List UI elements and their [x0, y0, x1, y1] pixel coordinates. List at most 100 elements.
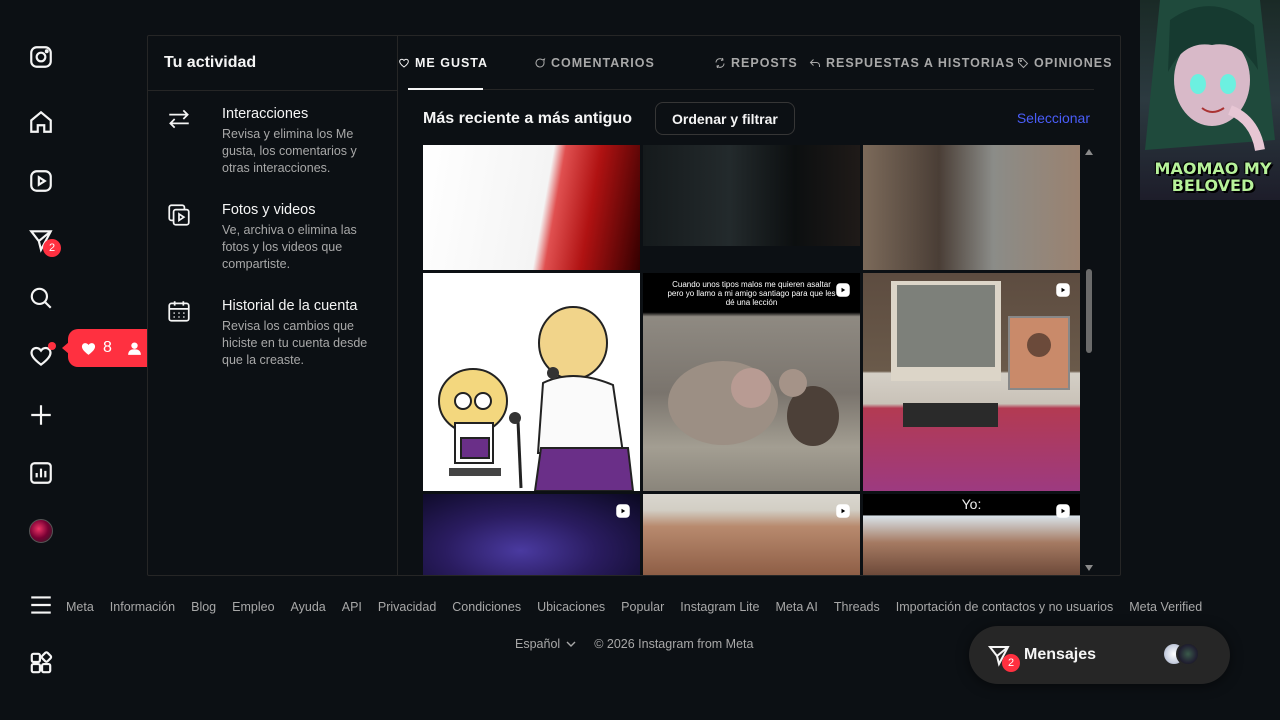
tab-story-replies[interactable]: RESPUESTAS A HISTORIAS [809, 56, 1015, 70]
messages-button[interactable]: 2 Mensajes [969, 626, 1230, 684]
calendar-icon [166, 298, 192, 324]
select-button[interactable]: Seleccionar [1017, 110, 1090, 126]
language-select[interactable]: Español [515, 637, 576, 651]
footer-link[interactable]: Ayuda [291, 600, 326, 614]
grid-post[interactable] [643, 494, 860, 575]
reply-icon [809, 59, 820, 67]
reel-icon [834, 281, 852, 299]
post-caption: Cuando unos tipos malos me quieren asalt… [667, 280, 836, 307]
direct-messages-icon[interactable]: 2 [28, 227, 61, 257]
scroll-thumb[interactable] [1086, 269, 1092, 353]
footer-link[interactable]: Empleo [232, 600, 274, 614]
footer-link[interactable]: Instagram Lite [680, 600, 759, 614]
footer-link[interactable]: Ubicaciones [537, 600, 605, 614]
grid-post[interactable] [423, 494, 640, 575]
sort-label: Más reciente a más antiguo [423, 110, 632, 127]
sidebar-item-desc: Ve, archiva o elimina las fotos y los vi… [222, 223, 357, 271]
footer-link[interactable]: Meta AI [775, 600, 817, 614]
tab-comments[interactable]: COMENTARIOS [534, 56, 655, 70]
heart-filled-icon [81, 342, 96, 355]
footer-link[interactable]: Información [110, 600, 175, 614]
instagram-icon[interactable] [28, 44, 54, 70]
home-icon[interactable] [28, 109, 54, 135]
chat-avatar [1176, 642, 1200, 666]
active-tab-indicator [408, 88, 483, 90]
tabs-divider [408, 89, 1094, 90]
grid-scrollbar[interactable] [1084, 145, 1094, 575]
footer-links: Meta Información Blog Empleo Ayuda API P… [66, 600, 1202, 614]
footer-link[interactable]: Threads [834, 600, 880, 614]
grid-post[interactable]: Cuando unos tipos malos me quieren asalt… [643, 273, 860, 491]
create-icon[interactable] [28, 402, 54, 428]
repost-icon [715, 57, 725, 69]
grid-post[interactable] [863, 273, 1080, 491]
arrows-swap-icon [166, 106, 192, 132]
tab-label: RESPUESTAS A HISTORIAS [826, 56, 1015, 70]
tv-photo-image [891, 281, 1070, 427]
scroll-up-arrow[interactable] [1085, 149, 1093, 155]
tab-reviews[interactable]: OPINIONES [1017, 56, 1112, 70]
sidebar-item-desc: Revisa y elimina los Me gusta, los comen… [222, 127, 357, 175]
activity-content: ME GUSTA COMENTARIOS REPOSTS RESPUESTAS … [398, 36, 1120, 575]
monkeys-image [668, 361, 839, 446]
tab-label: COMENTARIOS [551, 56, 655, 70]
footer-link[interactable]: Popular [621, 600, 664, 614]
scroll-down-arrow[interactable] [1085, 565, 1093, 571]
cartoon-cats-singing-image [438, 306, 635, 491]
heart-icon[interactable] [28, 342, 56, 369]
footer-link[interactable]: Meta Verified [1129, 600, 1202, 614]
tab-label: OPINIONES [1034, 56, 1113, 70]
grid-post[interactable] [423, 145, 640, 270]
grid-post[interactable] [423, 273, 640, 491]
tab-reposts[interactable]: REPOSTS [714, 56, 798, 70]
direct-badge: 2 [43, 239, 61, 257]
footer-link[interactable]: Condiciones [452, 600, 521, 614]
copyright: © 2026 Instagram from Meta [594, 637, 754, 651]
liked-posts-grid: Cuando unos tipos malos me quieren asalt… [423, 145, 1083, 575]
tab-likes[interactable]: ME GUSTA [398, 56, 488, 70]
sidebar-item-label: Fotos y videos [222, 202, 316, 218]
instagram-activity-page: 2 8 2 Tu actividad [0, 0, 1280, 720]
sidebar-item-desc: Revisa los cambios que hiciste en tu cue… [222, 319, 368, 367]
reel-icon [1054, 281, 1072, 299]
footer-link[interactable]: Privacidad [378, 600, 436, 614]
notification-dot [48, 342, 56, 350]
activity-panel: Tu actividad Interacciones Revisa y elim… [147, 35, 1121, 576]
dashboard-icon[interactable] [28, 460, 54, 486]
reel-icon [614, 502, 632, 520]
footer-link[interactable]: API [342, 600, 362, 614]
window-edge [1270, 200, 1280, 720]
grid-post[interactable] [863, 145, 1080, 270]
menu-icon[interactable] [28, 592, 54, 618]
sort-row: Más reciente a más antiguo Ordenar y fil… [423, 102, 1090, 136]
grid-post[interactable] [643, 145, 860, 246]
sort-filter-button[interactable]: Ordenar y filtrar [655, 102, 795, 135]
heart-icon [399, 58, 409, 68]
person-icon [128, 341, 141, 355]
apps-icon[interactable] [28, 650, 54, 676]
search-icon[interactable] [28, 285, 54, 311]
tag-icon [1018, 58, 1029, 69]
reel-icon [1054, 502, 1072, 520]
chevron-down-icon [566, 641, 576, 647]
footer-link[interactable]: Importación de contactos y no usuarios [896, 600, 1113, 614]
media-icon [166, 202, 192, 228]
messages-badge: 2 [1002, 654, 1020, 672]
overlay-caption: MAOMAO MY BELOVED [1154, 159, 1272, 195]
likes-count: 8 [103, 339, 112, 356]
tab-label: REPOSTS [731, 56, 798, 70]
page-title: Tu actividad [164, 54, 257, 71]
sidebar-item-label: Interacciones [222, 106, 309, 122]
streamer-overlay: MAOMAO MY BELOVED [1140, 0, 1280, 200]
reel-icon [834, 502, 852, 520]
footer-link[interactable]: Meta [66, 600, 94, 614]
messages-label: Mensajes [1024, 646, 1097, 663]
footer-link[interactable]: Blog [191, 600, 216, 614]
grid-post[interactable]: Yo: [863, 494, 1080, 575]
reels-icon[interactable] [28, 168, 54, 194]
profile-avatar[interactable] [29, 519, 53, 543]
post-caption: Yo: [961, 496, 982, 512]
footer-bottom: Español © 2026 Instagram from Meta [515, 637, 753, 651]
activity-sidebar: Tu actividad Interacciones Revisa y elim… [148, 36, 398, 575]
activity-tabs: ME GUSTA COMENTARIOS REPOSTS RESPUESTAS … [398, 36, 1120, 90]
